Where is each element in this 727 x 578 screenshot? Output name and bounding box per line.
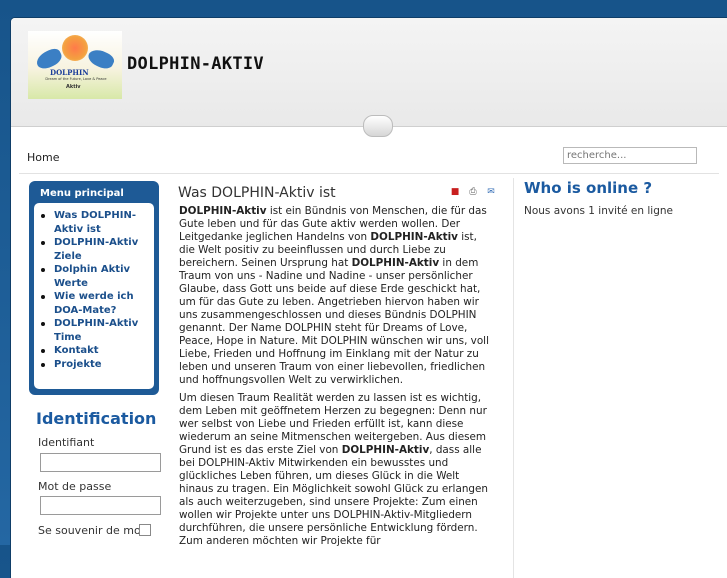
menu-title: Menu principal bbox=[40, 188, 124, 199]
article-paragraph-1: DOLPHIN-Aktiv ist ein Bündnis von Mensch… bbox=[179, 205, 495, 387]
password-field[interactable] bbox=[40, 496, 161, 515]
menu-item-time[interactable]: DOLPHIN-Aktiv Time bbox=[41, 317, 154, 344]
article-text: in dem Traum von uns - Nadine und Nadine… bbox=[179, 257, 489, 386]
menu-item-kontakt[interactable]: Kontakt bbox=[41, 344, 154, 358]
breadcrumb[interactable]: Home bbox=[27, 151, 59, 164]
article-text: , dass alle bei DOLPHIN-Aktiv Mitwirkend… bbox=[179, 444, 488, 547]
print-icon[interactable]: ⎙ bbox=[467, 186, 479, 198]
site-header: DOLPHIN Dream of the Future, Love & Peac… bbox=[11, 18, 727, 127]
logo-tagline: Dream of the Future, Love & Peace bbox=[45, 77, 107, 81]
menu-item-projekte[interactable]: Projekte bbox=[41, 358, 154, 372]
divider bbox=[19, 173, 719, 174]
sun-graphic bbox=[62, 35, 88, 61]
remember-checkbox[interactable] bbox=[139, 524, 151, 536]
logo-word: DOLPHIN bbox=[50, 68, 89, 77]
header-toggle-knob[interactable] bbox=[363, 115, 393, 137]
article-body: DOLPHIN-Aktiv ist ein Bündnis von Mensch… bbox=[179, 205, 495, 553]
column-divider bbox=[513, 178, 514, 578]
who-online-text: Nous avons 1 invité en ligne bbox=[524, 205, 673, 217]
article-paragraph-2: Um diesen Traum Realität werden zu lasse… bbox=[179, 392, 495, 548]
dolphin-logo[interactable]: DOLPHIN Dream of the Future, Love & Peac… bbox=[28, 31, 122, 99]
menu-list-panel: Was DOLPHIN-Aktiv ist DOLPHIN-Aktiv Ziel… bbox=[34, 203, 154, 389]
menu-list: Was DOLPHIN-Aktiv ist DOLPHIN-Aktiv Ziel… bbox=[34, 203, 154, 371]
page-container: DOLPHIN Dream of the Future, Love & Peac… bbox=[11, 18, 727, 578]
email-icon[interactable]: ✉ bbox=[485, 186, 497, 198]
menu-item-ziele[interactable]: DOLPHIN-Aktiv Ziele bbox=[41, 236, 154, 263]
login-title: Identification bbox=[36, 409, 157, 428]
pdf-icon[interactable]: ■ bbox=[449, 186, 461, 198]
password-label: Mot de passe bbox=[38, 480, 112, 493]
menu-item-was-dolphin-aktiv-ist[interactable]: Was DOLPHIN-Aktiv ist bbox=[41, 209, 154, 236]
site-name[interactable]: DOLPHIN-AKTIV bbox=[127, 54, 264, 74]
brand-name-bold: DOLPHIN-Aktiv bbox=[179, 205, 267, 217]
main-menu: Menu principal Was DOLPHIN-Aktiv ist DOL… bbox=[29, 181, 159, 395]
brand-name-bold: DOLPHIN-Aktiv bbox=[351, 257, 440, 269]
remember-label: Se souvenir de moi bbox=[38, 524, 144, 537]
article-title[interactable]: Was DOLPHIN-Aktiv ist bbox=[178, 185, 336, 201]
username-label: Identifiant bbox=[38, 436, 95, 449]
search-input[interactable] bbox=[563, 147, 697, 164]
menu-item-doa-mate[interactable]: Wie werde ich DOA-Mate? bbox=[41, 290, 154, 317]
logo-aktiv: Aktiv bbox=[66, 84, 81, 90]
brand-name-bold: DOLPHIN-Aktiv bbox=[341, 444, 430, 456]
brand-name-bold: DOLPHIN-Aktiv bbox=[370, 231, 458, 243]
menu-item-werte[interactable]: Dolphin Aktiv Werte bbox=[41, 263, 154, 290]
username-field[interactable] bbox=[40, 453, 161, 472]
dolphin-graphic-right bbox=[85, 46, 117, 72]
who-online-title: Who is online ? bbox=[524, 179, 653, 197]
